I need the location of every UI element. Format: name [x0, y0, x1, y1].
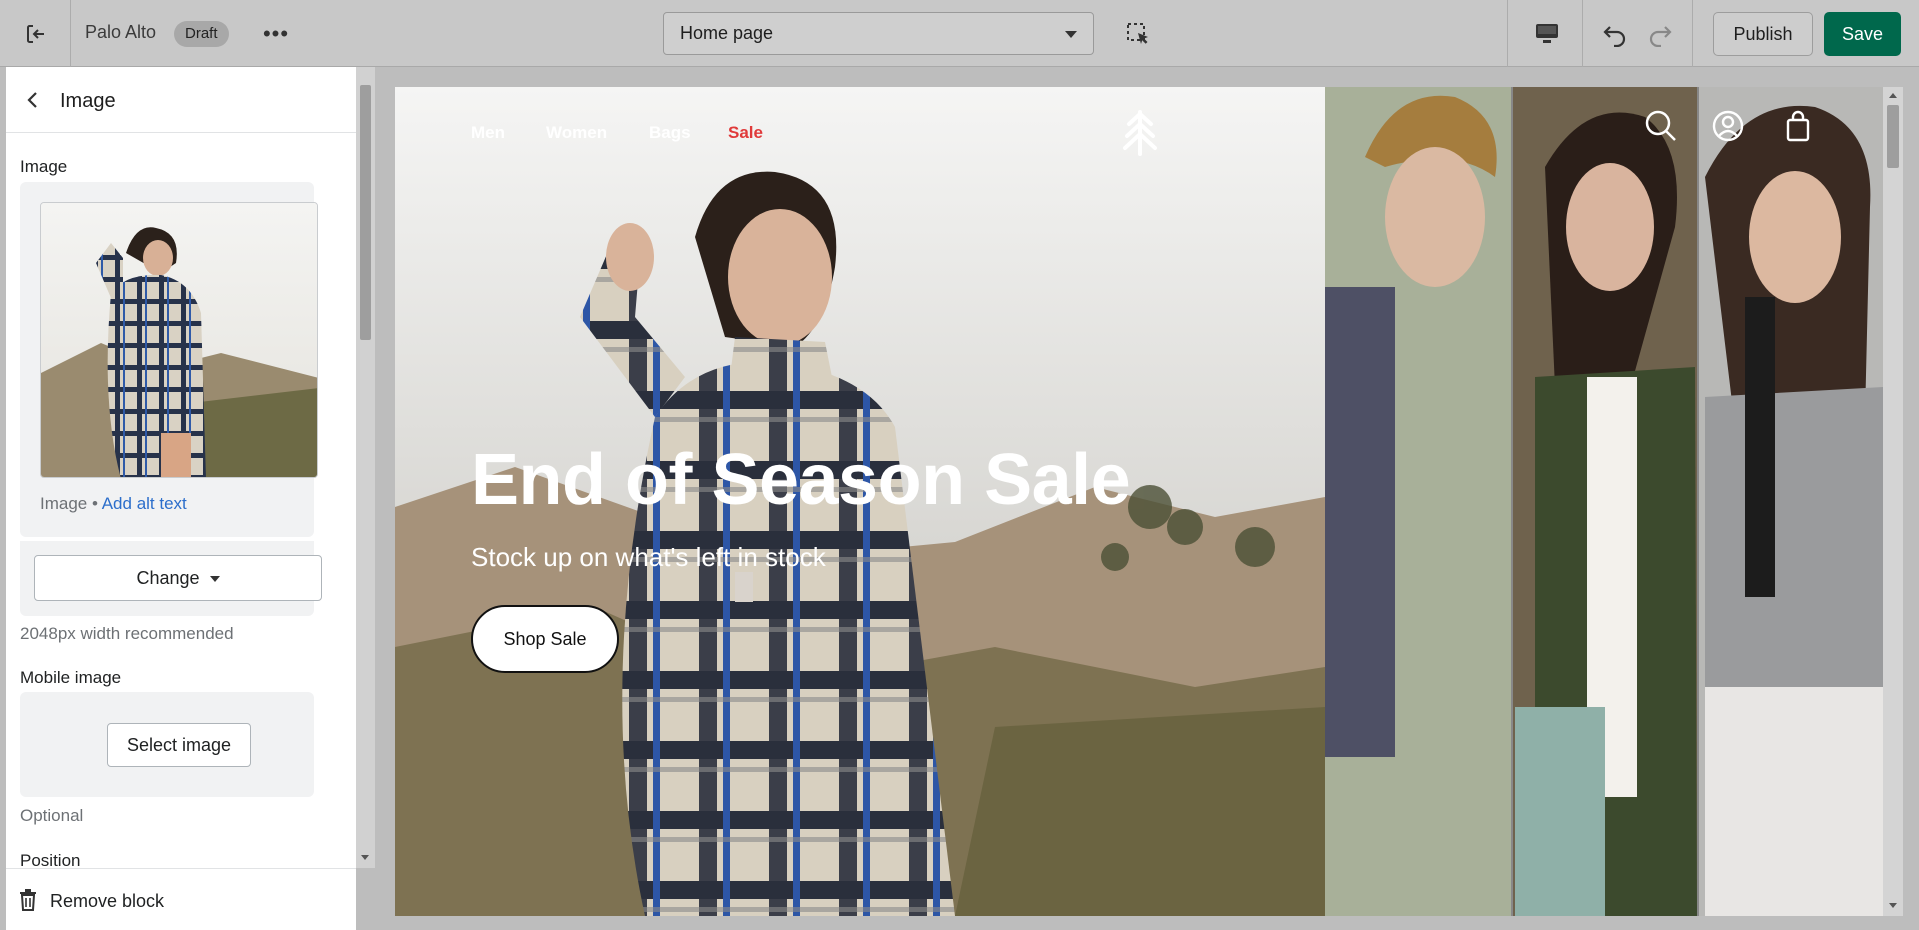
remove-block-button[interactable]: Remove block [50, 891, 164, 912]
shop-sale-button[interactable]: Shop Sale [471, 605, 619, 673]
scroll-down-icon[interactable] [1889, 903, 1897, 908]
status-badge: Draft [174, 21, 229, 47]
page-selector-value: Home page [680, 23, 774, 43]
nav-women[interactable]: Women [546, 123, 607, 143]
image-thumbnail[interactable] [40, 202, 318, 478]
panel-title: Image [60, 90, 116, 112]
search-icon[interactable] [1644, 109, 1678, 143]
editor-topbar: Palo Alto Draft ••• Home page Publish Sa… [0, 0, 1919, 67]
change-image-button[interactable]: Change [34, 555, 322, 601]
exit-icon[interactable] [16, 14, 56, 54]
cart-icon[interactable] [1781, 109, 1815, 143]
separator: • [87, 494, 102, 513]
divider [1582, 0, 1583, 67]
image-card: Image • Add alt text [20, 182, 318, 537]
scroll-up-icon[interactable] [1889, 93, 1897, 98]
store-name: Palo Alto [85, 22, 157, 42]
redo-icon[interactable] [1640, 14, 1680, 54]
nav-men[interactable]: Men [471, 123, 505, 143]
trash-icon[interactable] [18, 889, 38, 911]
panel-footer: Remove block [6, 868, 356, 930]
undo-icon[interactable] [1595, 14, 1635, 54]
save-button[interactable]: Save [1824, 12, 1901, 56]
page-selector[interactable]: Home page [663, 12, 1094, 55]
hero-title: End of Season Sale [471, 440, 1131, 520]
change-label: Change [136, 568, 200, 588]
mobile-image-card: Select image [20, 692, 314, 797]
scroll-down-icon[interactable] [361, 855, 369, 860]
more-icon[interactable]: ••• [258, 17, 294, 51]
image-meta: Image • Add alt text [40, 494, 187, 514]
theme-preview: Men Women Bags Sale End of Season Sale S… [395, 87, 1883, 916]
divider [70, 0, 71, 67]
panel-scrollbar[interactable] [356, 67, 375, 868]
panel-header: Image [6, 67, 356, 133]
add-alt-text-link[interactable]: Add alt text [102, 494, 187, 513]
change-card: Change [20, 541, 322, 616]
desktop-icon[interactable] [1527, 14, 1567, 54]
caret-down-icon [209, 576, 220, 583]
mobile-hint: Optional [20, 806, 84, 825]
settings-panel: Image Image Image • Add alt text Change [6, 67, 356, 930]
preview-scrollbar[interactable] [1883, 87, 1903, 916]
scroll-thumb[interactable] [360, 85, 371, 340]
select-image-button[interactable]: Select image [107, 723, 251, 767]
store-logo-icon[interactable] [1120, 108, 1160, 156]
account-icon[interactable] [1711, 109, 1745, 143]
image-hint: 2048px width recommended [20, 624, 234, 643]
divider [1507, 0, 1508, 67]
chevron-down-icon [1065, 31, 1077, 38]
publish-button[interactable]: Publish [1713, 12, 1813, 56]
divider [1692, 0, 1693, 67]
scroll-thumb[interactable] [1887, 105, 1899, 168]
mobile-image-label: Mobile image [20, 668, 122, 687]
nav-sale[interactable]: Sale [728, 123, 763, 143]
inspector-icon[interactable] [1118, 14, 1158, 54]
chevron-left-icon[interactable] [20, 87, 46, 113]
hero-subtitle: Stock up on what's left in stock [471, 542, 826, 572]
image-type: Image [40, 494, 88, 513]
image-label: Image [20, 157, 68, 176]
nav-bags[interactable]: Bags [649, 123, 691, 143]
collage-image[interactable] [1325, 87, 1883, 916]
